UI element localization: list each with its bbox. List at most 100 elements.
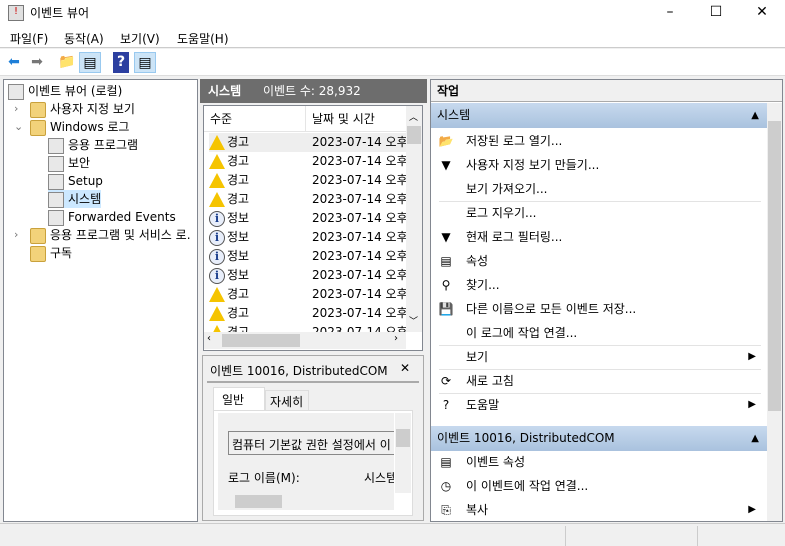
action-help[interactable]: ? 도움말 ▶ (434, 394, 764, 416)
warning-icon (209, 287, 225, 302)
event-row[interactable]: 경고 2023-07-14 오후 (209, 133, 406, 152)
action-attach-task-to-log[interactable]: 이 로그에 작업 연결... (434, 322, 764, 344)
event-row[interactable]: 경고 2023-07-14 오후 (209, 304, 406, 323)
event-row[interactable]: i 정보 2023-07-14 오후 (209, 266, 406, 285)
minimize-button[interactable]: – (647, 0, 693, 26)
tree-item-label: Setup (68, 174, 103, 188)
tree-item[interactable]: ⌄ Windows 로그 (14, 118, 130, 136)
event-row[interactable]: 경고 2023-07-14 오후 (209, 152, 406, 171)
detail-vscroll[interactable] (395, 413, 411, 493)
event-level: 정보 (227, 268, 250, 282)
info-icon: i (209, 229, 225, 246)
close-button[interactable]: ✕ (739, 0, 785, 26)
tree-item[interactable]: › 응용 프로그램 및 서비스 로. (14, 226, 191, 244)
event-description[interactable]: 컴퓨터 기본값 권한 설정에서 이 (228, 431, 394, 455)
expand-icon[interactable]: › (14, 100, 18, 118)
menu-view[interactable]: 보기(V) (120, 30, 160, 47)
section-event-header[interactable]: 이벤트 10016, DistributedCOM ▲ (431, 426, 767, 451)
tree-item-label: Windows 로그 (50, 120, 130, 134)
expand-icon[interactable]: ⌄ (14, 118, 23, 136)
info-icon: i (209, 210, 225, 227)
action-label: 이벤트 속성 (466, 455, 526, 469)
event-list-vscroll[interactable]: ︿ ﹀ (406, 106, 422, 332)
tree-item[interactable]: 보안 (48, 154, 90, 172)
action-label: 로그 지우기... (466, 206, 537, 220)
show-hide-tree-button[interactable]: ▤ (79, 52, 101, 73)
back-button[interactable]: ⬅ (3, 52, 25, 73)
menu-help[interactable]: 도움말(H) (177, 30, 229, 47)
event-list-hscroll[interactable]: ‹ › (204, 332, 406, 349)
event-row[interactable]: i 정보 2023-07-14 오후 (209, 247, 406, 266)
import-view-icon (438, 181, 454, 197)
actions-vscroll[interactable] (767, 103, 782, 521)
action-properties[interactable]: ▤ 속성 (434, 250, 764, 272)
copy-icon: ⎘ (441, 503, 451, 517)
tree-item[interactable]: 구독 (30, 244, 72, 262)
event-row[interactable]: 경고 2023-07-14 오후 (209, 285, 406, 304)
detail-hscroll[interactable] (218, 493, 394, 510)
help-button[interactable]: ? (113, 52, 129, 73)
event-date: 2023-07-14 오후 (312, 135, 406, 149)
event-properties-icon: ▤ (440, 455, 452, 469)
action-import-view[interactable]: 보기 가져오기... (434, 178, 764, 200)
tree-item[interactable]: 응용 프로그램 (48, 136, 138, 154)
action-event-properties[interactable]: ▤ 이벤트 속성 (434, 451, 764, 473)
collapse-icon[interactable]: ▲ (751, 426, 759, 451)
event-row[interactable]: 경고 2023-07-14 오후 (209, 190, 406, 209)
tree-item[interactable]: Setup (48, 172, 103, 190)
info-icon: i (209, 267, 225, 284)
find-icon: ⚲ (441, 278, 451, 292)
tree-item-label: Forwarded Events (68, 210, 176, 224)
menu-bar: 파일(F) 동작(A) 보기(V) 도움말(H) (0, 26, 785, 48)
tree-item[interactable]: › 사용자 지정 보기 (14, 100, 135, 118)
action-label: 찾기... (466, 278, 500, 292)
folder-icon (30, 245, 46, 262)
tree-item[interactable]: Forwarded Events (48, 208, 176, 226)
attach-task-to-event-icon: ◷ (440, 479, 452, 493)
maximize-button[interactable]: ☐ (693, 0, 739, 26)
console-tree: 이벤트 뷰어 (로컬) › 사용자 지정 보기 ⌄ Windows 로그응용 프로그램 보… (3, 79, 198, 522)
event-date: 2023-07-14 오후 (312, 211, 406, 225)
list-header: 수준 날짜 및 시간 (204, 106, 406, 132)
log-icon (48, 173, 64, 190)
action-refresh[interactable]: ⟳ 새로 고침 (434, 370, 764, 392)
action-label: 복사 (466, 503, 489, 517)
up-folder-button[interactable]: 📁 (56, 52, 78, 73)
tree-item[interactable]: 이벤트 뷰어 (로컬) (8, 82, 122, 100)
warning-icon (209, 154, 225, 169)
collapse-icon[interactable]: ▲ (751, 103, 759, 128)
event-row[interactable]: i 정보 2023-07-14 오후 (209, 209, 406, 228)
action-attach-task-to-event[interactable]: ◷ 이 이벤트에 작업 연결... (434, 475, 764, 497)
section-system-header[interactable]: 시스템 ▲ (431, 103, 767, 128)
actions-pane: 작업 시스템 ▲ 📂 저장된 로그 열기... ▼ 사용자 지정 보기 만들기... 보기… (430, 79, 783, 522)
forward-button[interactable]: ➡ (26, 52, 48, 73)
action-label: 다른 이름으로 모든 이벤트 저장... (466, 302, 637, 316)
event-date: 2023-07-14 오후 (312, 230, 406, 244)
show-hide-action-button[interactable]: ▤ (134, 52, 156, 73)
action-view[interactable]: 보기 ▶ (434, 346, 764, 368)
action-label: 사용자 지정 보기 만들기... (466, 158, 600, 172)
action-clear-log[interactable]: 로그 지우기... (434, 202, 764, 224)
action-filter-current-log[interactable]: ▼ 현재 로그 필터링... (434, 226, 764, 248)
event-row[interactable]: 경고 2023-07-14 오후 (209, 171, 406, 190)
warning-icon (209, 135, 225, 150)
log-icon (48, 155, 64, 172)
section-system-title: 시스템 (437, 108, 471, 122)
action-open-saved-log[interactable]: 📂 저장된 로그 열기... (434, 130, 764, 152)
tab-details[interactable]: 자세히 (265, 390, 309, 411)
submenu-arrow-icon: ▶ (748, 351, 756, 362)
tab-general[interactable]: 일반 (213, 387, 265, 411)
event-row[interactable]: i 정보 2023-07-14 오후 (209, 228, 406, 247)
column-level[interactable]: 수준 (210, 106, 232, 132)
close-detail-icon[interactable]: ✕ (400, 361, 410, 375)
log-name-label: 로그 이름(M): (228, 471, 300, 485)
action-find[interactable]: ⚲ 찾기... (434, 274, 764, 296)
menu-action[interactable]: 동작(A) (64, 30, 104, 47)
tree-item[interactable]: 시스템 (48, 190, 102, 208)
column-date[interactable]: 날짜 및 시간 (305, 106, 375, 132)
menu-file[interactable]: 파일(F) (10, 30, 48, 47)
action-save-all-events-as[interactable]: 💾 다른 이름으로 모든 이벤트 저장... (434, 298, 764, 320)
action-copy[interactable]: ⎘ 복사 ▶ (434, 499, 764, 521)
action-create-custom-view[interactable]: ▼ 사용자 지정 보기 만들기... (434, 154, 764, 176)
expand-icon[interactable]: › (14, 226, 18, 244)
